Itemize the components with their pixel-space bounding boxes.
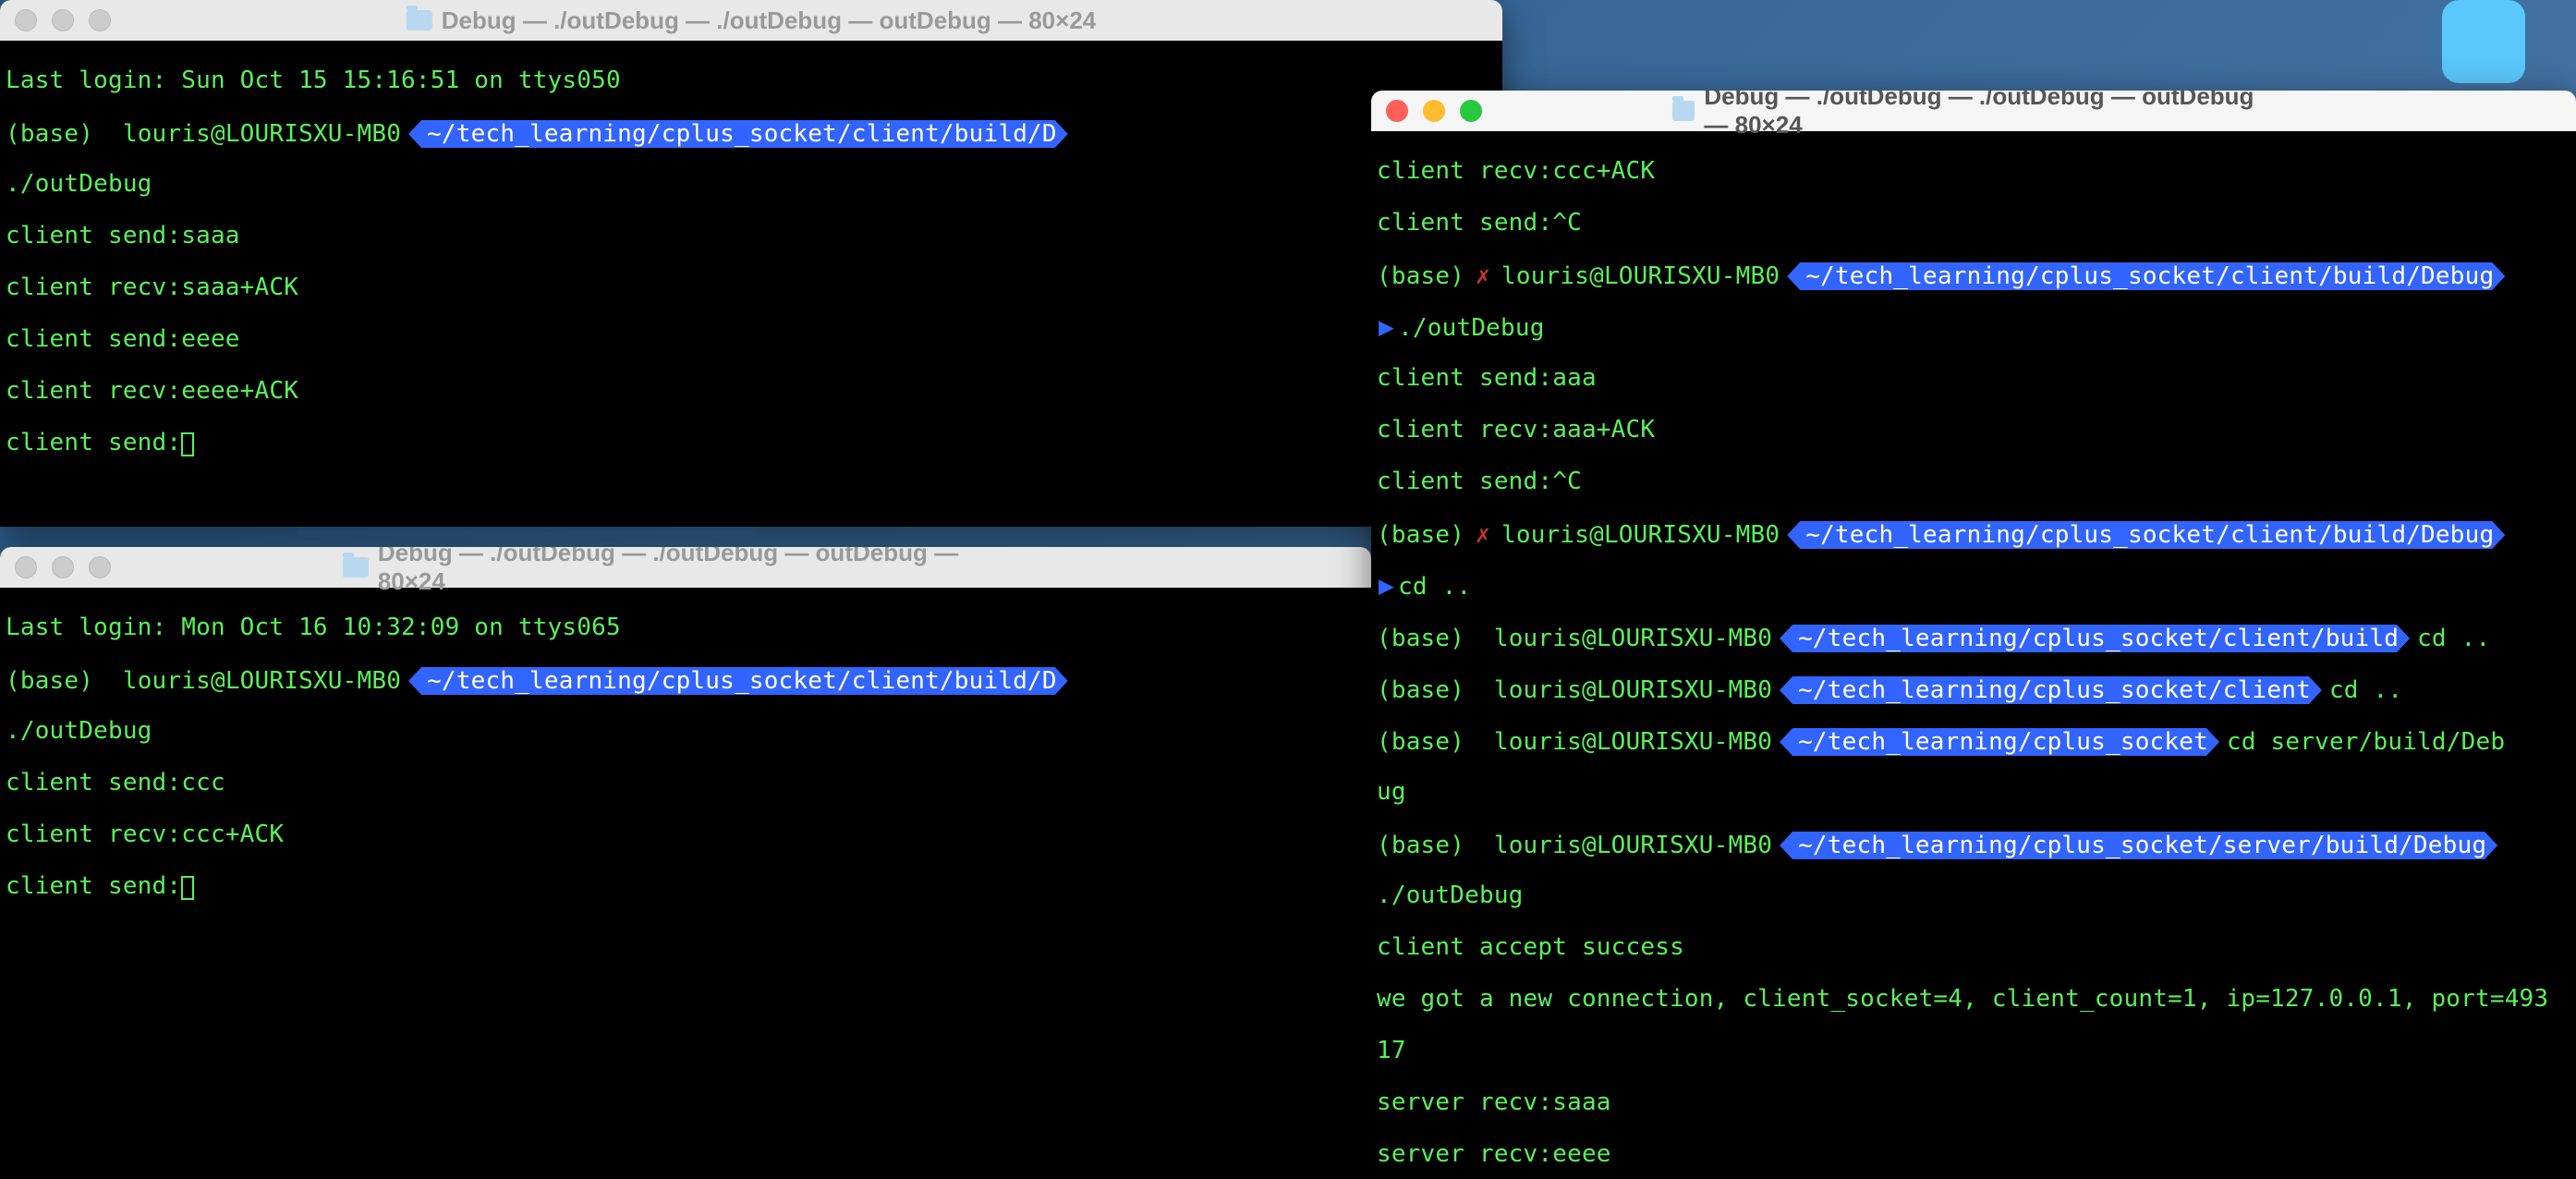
error-x-icon: ✗	[1476, 523, 1490, 547]
close-button[interactable]	[15, 556, 37, 578]
prompt-line: (base) louris@LOURISXU-MB0 ~/tech_learnin…	[6, 667, 1366, 695]
chevron-right-icon: ▶	[1379, 311, 1394, 342]
error-x-icon: ✗	[1476, 264, 1490, 288]
prompt-line: (base) ✗ louris@LOURISXU-MB0 ~/tech_learnin…	[1377, 521, 2570, 549]
output-line: client recv:saaa+ACK	[6, 275, 1497, 303]
output-line: client send:	[6, 431, 1497, 458]
prompt-base: (base)	[1377, 523, 1464, 547]
folder-icon	[1672, 101, 1695, 121]
output-line: we got a new connection, client_socket=4…	[1377, 987, 2570, 1015]
window-title: Debug — ./outDebug — ./outDebug — outDeb…	[343, 547, 1028, 596]
traffic-lights	[15, 9, 111, 31]
output-line: client send:^C	[1377, 211, 2570, 238]
output-line: ./outDebug	[6, 172, 1497, 200]
prompt-path: ~/tech_learning/cplus_socket/client/buil…	[408, 120, 1068, 148]
window-title: Debug — ./outDebug — ./outDebug — outDeb…	[1672, 91, 2275, 140]
traffic-lights	[15, 556, 111, 578]
command-text: cd ..	[2417, 626, 2490, 650]
output-line: ./outDebug	[1377, 883, 2570, 911]
output-line: Last login: Sun Oct 15 15:16:51 on ttys0…	[6, 68, 1497, 96]
prompt-path: ~/tech_learning/cplus_socket/client/buil…	[1787, 262, 2505, 290]
terminal-window-top-left[interactable]: Debug — ./outDebug — ./outDebug — outDeb…	[0, 0, 1502, 527]
output-line: client send:	[6, 874, 1366, 902]
prompt-line: (base) louris@LOURISXU-MB0 ~/tech_learnin…	[6, 120, 1497, 148]
title-text: Debug — ./outDebug — ./outDebug — outDeb…	[378, 547, 1028, 596]
window-title: Debug — ./outDebug — ./outDebug — outDeb…	[407, 6, 1097, 35]
titlebar[interactable]: Debug — ./outDebug — ./outDebug — outDeb…	[1371, 91, 2576, 131]
prompt-base: (base)	[1377, 730, 1464, 754]
prompt-line: (base) louris@LOURISXU-MB0 ~/tech_learnin…	[1377, 625, 2570, 652]
title-text: Debug — ./outDebug — ./outDebug — outDeb…	[1704, 91, 2275, 140]
output-line: client send:saaa	[6, 224, 1497, 251]
output-line: ug	[1377, 780, 2570, 808]
cursor-icon	[181, 432, 194, 456]
output-line: client recv:aaa+ACK	[1377, 418, 2570, 445]
output-line: client send:eeee	[6, 327, 1497, 355]
traffic-lights	[1386, 100, 1482, 122]
close-button[interactable]	[1386, 100, 1408, 122]
folder-icon	[343, 557, 369, 577]
command-line: ▶cd ..	[1377, 573, 2570, 601]
prompt-base: (base)	[6, 122, 93, 146]
output-line: client send:ccc	[6, 771, 1366, 798]
prompt-line: (base) louris@LOURISXU-MB0 ~/tech_learnin…	[1377, 832, 2570, 859]
titlebar[interactable]: Debug — ./outDebug — ./outDebug — outDeb…	[0, 547, 1371, 588]
command-text: cd server/build/Deb	[2227, 730, 2505, 754]
minimize-button[interactable]	[1423, 100, 1445, 122]
prompt-path: ~/tech_learning/cplus_socket/server/buil…	[1780, 832, 2497, 859]
output-line: ./outDebug	[6, 719, 1366, 747]
prompt-line: (base) ✗ louris@LOURISXU-MB0 ~/tech_learnin…	[1377, 262, 2570, 290]
output-line: client send:aaa	[1377, 366, 2570, 394]
chevron-right-icon: ▶	[1379, 570, 1394, 601]
prompt-user-host: louris@LOURISXU-MB0	[1494, 678, 1772, 702]
prompt-user-host: louris@LOURISXU-MB0	[123, 669, 401, 693]
prompt-user-host: louris@LOURISXU-MB0	[1494, 730, 1772, 754]
app-icon-square	[2442, 0, 2525, 83]
output-line: server recv:saaa	[1377, 1090, 2570, 1118]
prompt-line: (base) louris@LOURISXU-MB0 ~/tech_learnin…	[1377, 728, 2570, 756]
titlebar[interactable]: Debug — ./outDebug — ./outDebug — outDeb…	[0, 0, 1502, 41]
prompt-path: ~/tech_learning/cplus_socket/client/buil…	[408, 667, 1068, 695]
prompt-user-host: louris@LOURISXU-MB0	[1501, 523, 1780, 547]
output-line: client recv:ccc+ACK	[6, 822, 1366, 850]
close-button[interactable]	[15, 9, 37, 31]
title-text: Debug — ./outDebug — ./outDebug — outDeb…	[442, 6, 1097, 35]
prompt-user-host: louris@LOURISXU-MB0	[123, 122, 401, 146]
prompt-path: ~/tech_learning/cplus_socket	[1780, 728, 2219, 756]
prompt-line: (base) louris@LOURISXU-MB0 ~/tech_learnin…	[1377, 676, 2570, 704]
maximize-button[interactable]	[89, 556, 111, 578]
output-line: 17	[1377, 1039, 2570, 1066]
prompt-user-host: louris@LOURISXU-MB0	[1494, 833, 1772, 857]
terminal-window-bottom-left[interactable]: Debug — ./outDebug — ./outDebug — outDeb…	[0, 547, 1371, 1179]
prompt-base: (base)	[6, 669, 93, 693]
command-text: cd ..	[2329, 678, 2402, 702]
terminal-content[interactable]: Last login: Sun Oct 15 15:16:51 on ttys0…	[0, 41, 1502, 510]
prompt-base: (base)	[1377, 264, 1464, 288]
prompt-base: (base)	[1377, 626, 1464, 650]
prompt-user-host: louris@LOURISXU-MB0	[1494, 626, 1772, 650]
output-line: server recv:eeee	[1377, 1142, 2570, 1170]
output-line: client recv:eeee+ACK	[6, 379, 1497, 407]
prompt-path: ~/tech_learning/cplus_socket/client	[1780, 676, 2322, 704]
terminal-window-right[interactable]: Debug — ./outDebug — ./outDebug — outDeb…	[1371, 91, 2576, 1179]
output-line: client recv:ccc+ACK	[1377, 159, 2570, 187]
folder-icon	[407, 10, 432, 30]
output-line: client accept success	[1377, 935, 2570, 963]
maximize-button[interactable]	[89, 9, 111, 31]
prompt-path: ~/tech_learning/cplus_socket/client/buil…	[1780, 625, 2410, 652]
terminal-content[interactable]: Last login: Mon Oct 16 10:32:09 on ttys0…	[0, 588, 1371, 954]
output-line: client send:^C	[1377, 469, 2570, 497]
command-line: ▶./outDebug	[1377, 314, 2570, 342]
prompt-path: ~/tech_learning/cplus_socket/client/buil…	[1787, 521, 2505, 549]
prompt-base: (base)	[1377, 678, 1464, 702]
cursor-icon	[181, 876, 194, 900]
terminal-content[interactable]: client recv:ccc+ACK client send:^C (base…	[1371, 131, 2576, 1179]
maximize-button[interactable]	[1460, 100, 1482, 122]
minimize-button[interactable]	[52, 556, 74, 578]
minimize-button[interactable]	[52, 9, 74, 31]
prompt-base: (base)	[1377, 833, 1464, 857]
prompt-user-host: louris@LOURISXU-MB0	[1501, 264, 1780, 288]
output-line: Last login: Mon Oct 16 10:32:09 on ttys0…	[6, 615, 1366, 643]
